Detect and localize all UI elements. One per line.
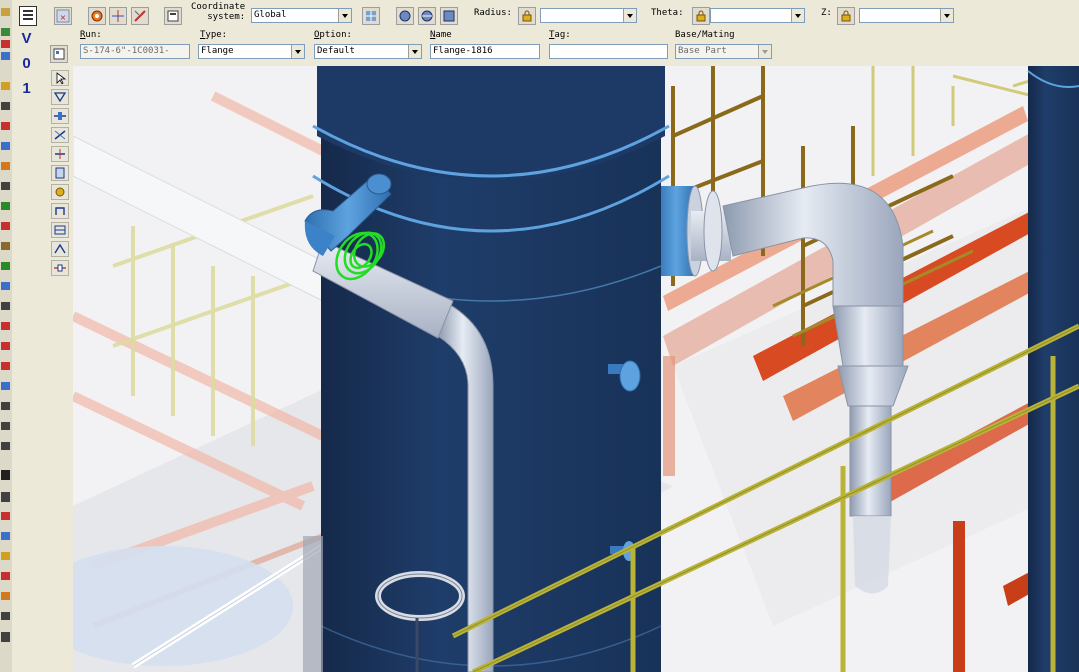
tag-label: Tag:: [549, 30, 571, 40]
toggle-ortho-icon[interactable]: [131, 7, 149, 25]
chevron-down-icon[interactable]: [623, 9, 636, 22]
base-mating-dropdown[interactable]: Base Part: [675, 44, 772, 59]
base-mating-value: Base Part: [678, 46, 727, 56]
command-icons[interactable]: [0, 0, 12, 672]
ribbon-bar: × Coordinate system: Global Radius: Thet…: [41, 0, 1079, 67]
radius-label: Radius:: [474, 8, 512, 18]
insert-split-icon[interactable]: [51, 146, 69, 162]
type-dropdown[interactable]: Flange: [198, 44, 305, 59]
run-field[interactable]: S-174-6"-1C0031-: [80, 44, 190, 59]
tab-char-1: 1: [22, 80, 31, 97]
pipe-spool-icon[interactable]: [51, 165, 69, 181]
tab-char-v: V: [21, 30, 32, 47]
coordinate-system-label: Coordinate system:: [191, 2, 245, 22]
chevron-down-icon[interactable]: [758, 45, 771, 58]
base-mating-label: Base/Mating: [675, 30, 735, 40]
properties-icon[interactable]: [164, 7, 182, 25]
z-lock-icon[interactable]: [837, 7, 855, 25]
plant-3d-scene[interactable]: [73, 66, 1079, 672]
view-side-icon[interactable]: [418, 7, 436, 25]
pick-point-icon[interactable]: [109, 7, 127, 25]
properties-icon[interactable]: [50, 45, 68, 63]
option-value: Default: [317, 46, 355, 56]
theta-label: Theta:: [651, 8, 684, 18]
theta-lock-icon[interactable]: [692, 7, 710, 25]
document-icon[interactable]: [19, 6, 37, 26]
graphic-view[interactable]: [73, 66, 1079, 672]
insert-tap-icon[interactable]: [51, 127, 69, 143]
route-pipe-icon[interactable]: [51, 89, 69, 105]
chevron-down-icon[interactable]: [940, 9, 953, 22]
connect-icon[interactable]: [51, 260, 69, 276]
z-label: Z:: [821, 8, 832, 18]
pipe-clamp-icon[interactable]: [51, 222, 69, 238]
chevron-down-icon[interactable]: [291, 45, 304, 58]
type-value: Flange: [201, 46, 234, 56]
insert-component-icon[interactable]: [51, 108, 69, 124]
option-dropdown[interactable]: Default: [314, 44, 422, 59]
chevron-down-icon[interactable]: [408, 45, 421, 58]
coordinate-system-value: Global: [254, 10, 287, 20]
sequence-icon[interactable]: [51, 203, 69, 219]
coordinate-system-label-line1: Coordinate: [191, 2, 246, 12]
tag-field[interactable]: [549, 44, 668, 59]
option-label: Option:: [314, 30, 352, 40]
chevron-down-icon[interactable]: [791, 9, 804, 22]
chevron-down-icon[interactable]: [338, 9, 351, 22]
cancel-selection-icon[interactable]: ×: [54, 7, 72, 25]
view-top-icon[interactable]: [440, 7, 458, 25]
svg-text:×: ×: [60, 13, 67, 22]
coordinate-system-label-line2: system:: [207, 12, 246, 22]
insert-feature-icon[interactable]: [51, 241, 69, 257]
z-dropdown[interactable]: [859, 8, 954, 23]
view-front-icon[interactable]: [396, 7, 414, 25]
select-arrow-icon[interactable]: [51, 70, 69, 86]
coordinate-system-dropdown[interactable]: Global: [251, 8, 352, 23]
name-field[interactable]: Flange-1816: [430, 44, 540, 59]
run-label: Run:: [80, 30, 102, 40]
pipe-support-icon[interactable]: [51, 184, 69, 200]
radius-dropdown[interactable]: [540, 8, 637, 23]
select-object-icon[interactable]: [88, 7, 106, 25]
name-label: Name: [430, 30, 452, 40]
workspace-side-tab[interactable]: V 0 1: [12, 0, 42, 672]
tab-char-0: 0: [22, 55, 31, 72]
type-label: Type:: [200, 30, 228, 40]
coordinate-refresh-icon[interactable]: [362, 7, 380, 25]
piping-tools-toolbar: [41, 66, 74, 672]
radius-lock-icon[interactable]: [518, 7, 536, 25]
theta-dropdown[interactable]: [710, 8, 805, 23]
